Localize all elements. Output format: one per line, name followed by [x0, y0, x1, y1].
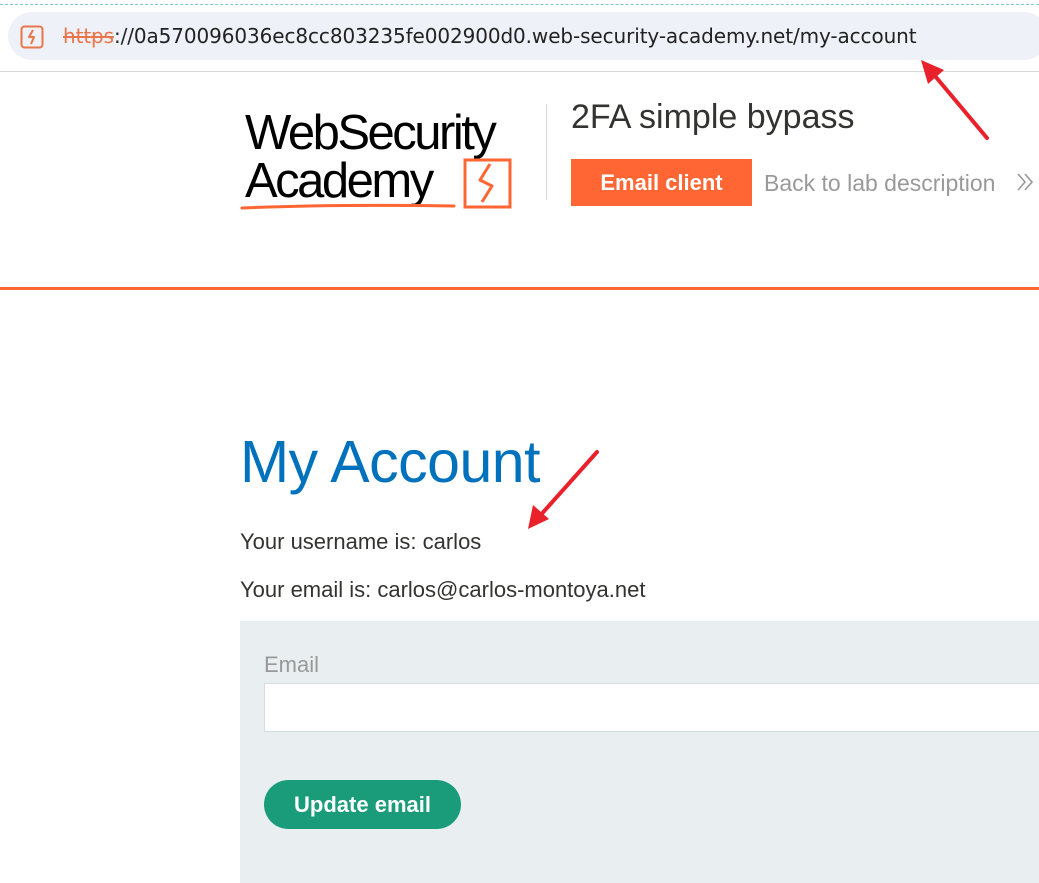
username-text: Your username is: carlos [240, 529, 482, 554]
email-label: Email [264, 652, 320, 677]
update-email-button[interactable]: Update email [264, 780, 461, 829]
address-bar-divider [0, 71, 1039, 72]
academy-logo-icon [240, 158, 512, 210]
email-input[interactable] [264, 683, 1039, 732]
header-orange-rule [0, 287, 1039, 290]
page-title: My Account [240, 429, 540, 495]
email-client-button[interactable]: Email client [571, 159, 752, 206]
header-divider [546, 104, 547, 200]
update-email-form [240, 621, 1039, 883]
web-security-academy-logo[interactable]: WebSecurity Academy [238, 100, 543, 215]
window-top-border [0, 4, 1039, 5]
email-text: Your email is: carlos@carlos-montoya.net [240, 577, 646, 602]
double-chevron-right-icon[interactable] [1015, 171, 1035, 193]
url-scheme: https [63, 24, 114, 48]
back-to-lab-description-link[interactable]: Back to lab description [764, 170, 995, 197]
site-favicon-icon [20, 25, 44, 49]
lab-title: 2FA simple bypass [571, 98, 855, 136]
url-path: ://0a570096036ec8cc803235fe002900d0.web-… [113, 24, 917, 48]
url-text[interactable]: https://0a570096036ec8cc803235fe002900d0… [63, 24, 917, 48]
